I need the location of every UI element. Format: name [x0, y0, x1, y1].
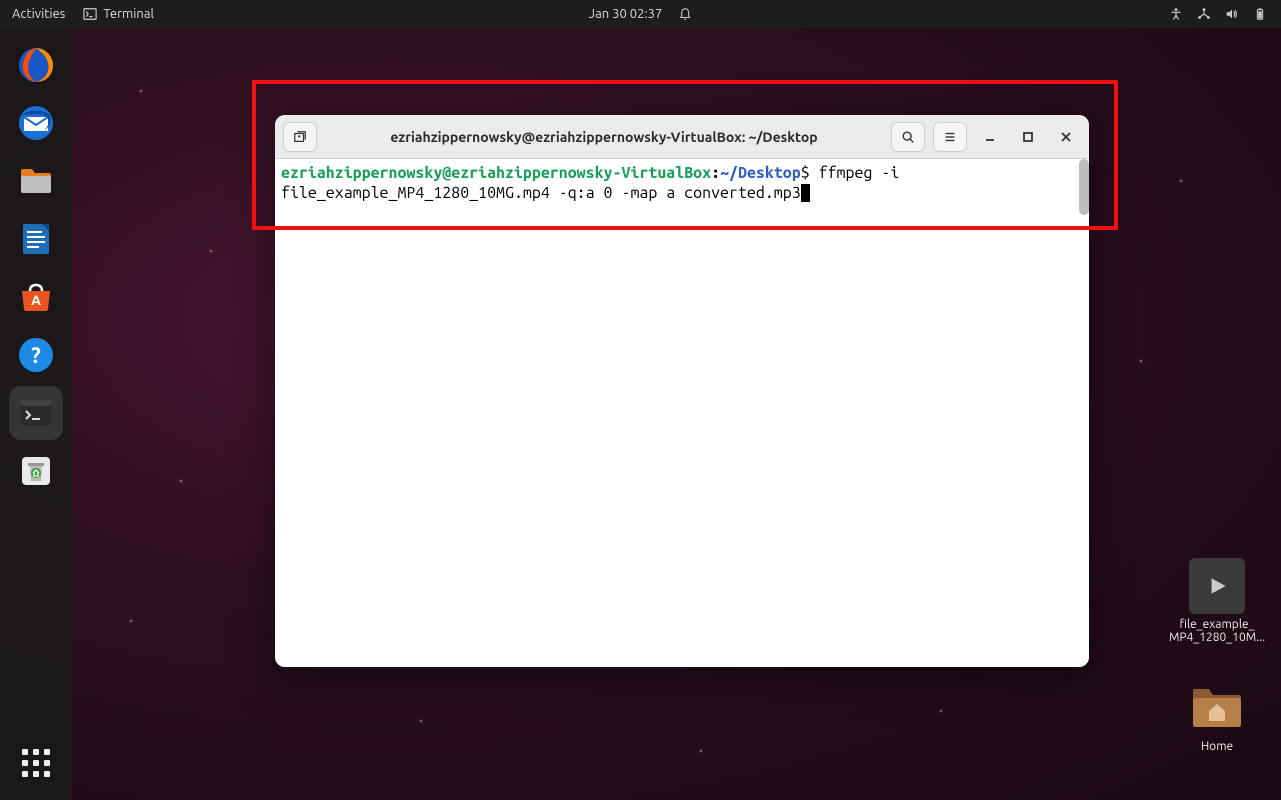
battery-icon[interactable]: [1253, 7, 1267, 21]
search-button[interactable]: [891, 122, 925, 152]
terminal-cursor: [801, 184, 810, 202]
dock-help[interactable]: ?: [9, 328, 63, 382]
dock-files[interactable]: [9, 154, 63, 208]
scrollbar[interactable]: [1079, 159, 1089, 215]
clock[interactable]: Jan 30 02:37: [589, 7, 663, 21]
prompt-user: ezriahzippernowsky@ezriahzippernowsky-Vi…: [281, 164, 711, 182]
dock-libreoffice-writer[interactable]: [9, 212, 63, 266]
accessibility-icon[interactable]: [1169, 7, 1183, 21]
terminal-icon: [83, 7, 97, 21]
dock-terminal[interactable]: [9, 386, 63, 440]
dock-thunderbird[interactable]: [9, 96, 63, 150]
svg-text:?: ?: [31, 343, 41, 368]
desktop-file-label2: MP4_1280_10M...: [1167, 631, 1267, 644]
terminal-titlebar[interactable]: ezriahzippernowsky@ezriahzippernowsky-Vi…: [275, 115, 1089, 159]
menu-button[interactable]: [933, 122, 967, 152]
desktop-home-folder[interactable]: Home: [1167, 680, 1267, 753]
app-indicator[interactable]: Terminal: [83, 7, 154, 21]
dock: A ?: [0, 28, 72, 800]
prompt-path: ~/Desktop: [720, 164, 801, 182]
desktop-home-label: Home: [1167, 740, 1267, 753]
video-file-icon: [1189, 558, 1245, 614]
terminal-content[interactable]: ezriahzippernowsky@ezriahzippernowsky-Vi…: [275, 159, 1089, 667]
maximize-button[interactable]: [1013, 122, 1043, 152]
notification-bell-icon[interactable]: [678, 7, 692, 21]
prompt-colon: :: [711, 164, 720, 182]
app-grid-button[interactable]: [9, 736, 63, 790]
terminal-window: ezriahzippernowsky@ezriahzippernowsky-Vi…: [275, 115, 1089, 667]
volume-icon[interactable]: [1225, 7, 1239, 21]
prompt-sign: $: [801, 164, 810, 182]
activities-button[interactable]: Activities: [12, 7, 65, 21]
top-menu-bar: Activities Terminal Jan 30 02:37: [0, 0, 1281, 28]
terminal-title: ezriahzippernowsky@ezriahzippernowsky-Vi…: [325, 129, 883, 145]
dock-ubuntu-software[interactable]: A: [9, 270, 63, 324]
app-indicator-label: Terminal: [103, 7, 154, 21]
svg-text:A: A: [31, 292, 41, 308]
dock-trash[interactable]: [9, 444, 63, 498]
new-tab-button[interactable]: [283, 122, 317, 152]
network-icon[interactable]: [1197, 7, 1211, 21]
desktop-file-video[interactable]: file_example_ MP4_1280_10M...: [1167, 558, 1267, 644]
desktop-file-label: file_example_: [1167, 618, 1267, 631]
dock-firefox[interactable]: [9, 38, 63, 92]
minimize-button[interactable]: [975, 122, 1005, 152]
home-folder-icon: [1189, 680, 1245, 736]
close-button[interactable]: [1051, 122, 1081, 152]
